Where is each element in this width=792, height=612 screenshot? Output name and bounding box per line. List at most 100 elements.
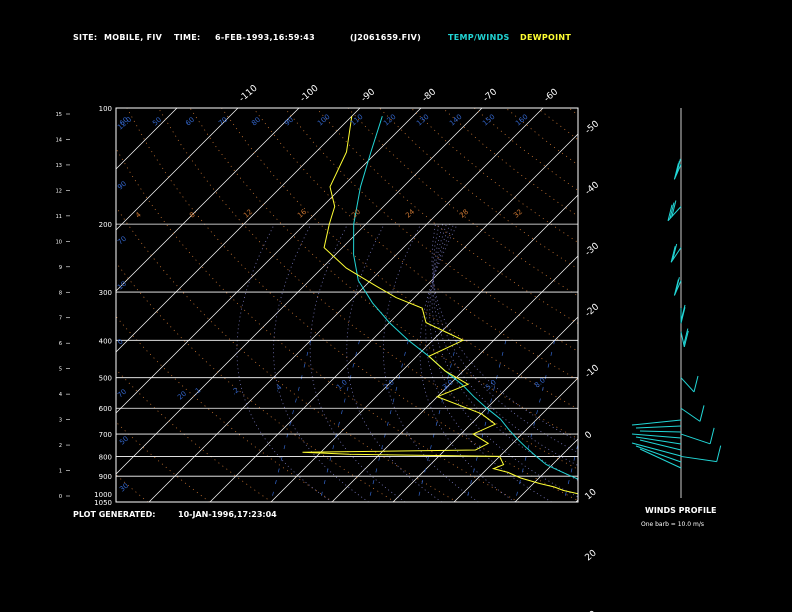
isotherm-line — [116, 108, 483, 475]
dry-adiabat — [158, 108, 578, 470]
wind-barb — [680, 307, 686, 324]
dry-adiabat — [189, 108, 578, 440]
height-tick-label: 15 — [56, 112, 62, 118]
dry-adiabat — [0, 108, 86, 502]
theta-label: 90 — [283, 116, 295, 128]
isotherm-line — [116, 108, 300, 292]
wind-staff-low — [631, 419, 682, 426]
mixing-ratio-line — [319, 340, 360, 502]
isotherm-tick-label: -50 — [584, 119, 602, 136]
moist-adiabat — [431, 223, 578, 481]
barb-note: One barb = 10.0 m/s — [641, 521, 704, 528]
isotherm-tick-label: 0 — [584, 430, 595, 442]
moist-adiabat — [432, 224, 578, 467]
theta-e-label: 4 — [134, 210, 143, 219]
pressure-tick-label: 500 — [99, 375, 112, 383]
isotherm-tick-label: -110 — [238, 83, 260, 104]
theta-e-label: 12 — [242, 208, 254, 220]
height-tick-label: 3 — [59, 418, 62, 424]
moist-adiabat — [236, 223, 333, 502]
isotherm-line — [148, 108, 544, 502]
height-tick-label: 4 — [59, 392, 62, 398]
dry-adiabat — [442, 108, 578, 217]
theta-label: 140 — [448, 113, 463, 128]
theta-label: 150 — [481, 113, 496, 128]
isotherm-tick-label: -40 — [584, 180, 602, 197]
isotherm-tick-label: -20 — [584, 302, 602, 319]
dry-adiabat — [116, 147, 520, 502]
mixing-ratio-label: 1.0 — [335, 378, 349, 391]
wind-staff — [680, 455, 717, 463]
plot-frame — [115, 107, 579, 503]
height-tick-label: 14 — [56, 137, 62, 143]
theta-e-label: 32 — [512, 208, 524, 220]
moist-adiabat — [429, 223, 578, 498]
mixing-ratio-label: 3.0 — [441, 378, 455, 391]
pressure-tick-label: 900 — [99, 473, 112, 481]
wind-barb — [716, 445, 722, 462]
wind-barb — [709, 427, 715, 444]
theta-label: 100 — [316, 113, 331, 128]
wind-barb — [693, 375, 699, 393]
dry-adiabat — [116, 421, 210, 502]
isotherm-tick-label: 20 — [584, 548, 599, 563]
mixing-ratio-label: 70 — [116, 388, 128, 400]
wind-staff-low — [639, 439, 682, 451]
dry-adiabat — [116, 368, 272, 502]
dry-adiabat — [695, 108, 792, 502]
isotherm-line — [453, 377, 578, 502]
wind-staff-low — [639, 448, 682, 469]
theta-e-label: 28 — [458, 208, 470, 220]
wind-staff — [680, 407, 701, 422]
pressure-tick-label: 300 — [99, 289, 112, 297]
height-tick-label: 2 — [59, 443, 62, 449]
theta-label: 110 — [349, 113, 364, 128]
mixing-ratio-line — [710, 340, 750, 502]
isotherm-tick-label: -80 — [421, 87, 439, 104]
height-tick-label: 13 — [56, 163, 62, 169]
mixing-ratio-label: 70 — [116, 235, 128, 247]
dry-adiabat — [116, 262, 396, 502]
height-tick-label: 9 — [59, 265, 62, 271]
dry-adiabat — [601, 108, 792, 502]
isotherm-line — [116, 108, 422, 414]
isotherm-line — [331, 255, 578, 502]
mixing-ratio-label: 2.0 — [382, 378, 396, 391]
pressure-tick-label: 1050 — [94, 499, 112, 507]
dewpoint-curve — [302, 116, 578, 495]
wind-staff-low — [635, 425, 682, 429]
height-tick-label: 6 — [59, 341, 62, 347]
mixing-ratio-label: .2 — [230, 386, 240, 396]
dry-adiabat — [116, 315, 334, 502]
wind-staff — [680, 433, 711, 445]
height-tick-label: 1 — [59, 469, 62, 475]
theta-e-label: 20 — [350, 208, 362, 220]
plot-generated-label: PLOT GENERATED: — [73, 510, 156, 519]
plot-generated-value: 10-JAN-1996,17:23:04 — [178, 510, 277, 519]
theta-label: 70 — [217, 116, 229, 128]
dry-adiabat — [632, 108, 792, 502]
pressure-tick-label: 1000 — [94, 491, 112, 499]
dry-adiabat — [505, 108, 578, 166]
isotherm-line — [759, 108, 792, 502]
isotherm-line — [575, 499, 578, 502]
mixing-ratio-label: 10 — [116, 280, 128, 292]
dry-adiabat — [568, 108, 578, 116]
theta-e-label: 24 — [404, 207, 416, 219]
isotherm-tick-label: 10 — [584, 487, 599, 502]
theta-label: 130 — [415, 113, 430, 128]
pressure-tick-label: 800 — [99, 453, 112, 461]
wind-staff-low — [631, 442, 682, 457]
isotherm-line — [0, 108, 55, 502]
dry-adiabat — [379, 108, 578, 270]
pressure-tick-label: 600 — [99, 405, 112, 413]
mixing-ratio-line — [465, 340, 507, 502]
mixing-ratio-label: .1 — [192, 386, 202, 396]
isotherm-line — [209, 133, 578, 502]
mixing-ratio-label: 0 — [116, 338, 125, 347]
mixing-ratio-label: 30 — [118, 482, 130, 494]
theta-label: 80 — [250, 116, 262, 128]
winds-profile-title: WINDS PROFILE — [645, 506, 717, 515]
isotherm-line — [116, 108, 361, 353]
isotherm-tick-label: -10 — [584, 363, 602, 380]
